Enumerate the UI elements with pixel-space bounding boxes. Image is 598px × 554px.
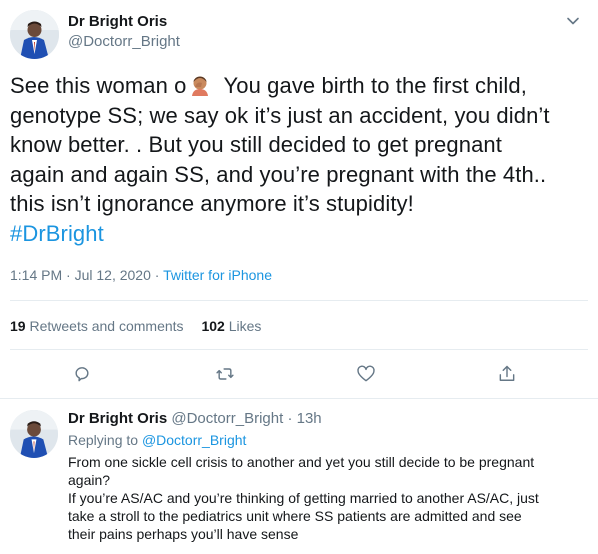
tweet-stats: 19 Retweets and comments 102 Likes [10, 318, 275, 334]
author-name[interactable]: Dr Bright Oris [68, 13, 167, 30]
timestamp[interactable]: 1:14 PM · Jul 12, 2020 · [10, 267, 163, 283]
author-handle[interactable]: @Doctorr_Bright [68, 33, 180, 50]
retweets-stat[interactable]: 19 Retweets and comments [10, 318, 184, 334]
tweet-meta: 1:14 PM · Jul 12, 2020 · Twitter for iPh… [10, 267, 272, 283]
replying-to: Replying to @Doctorr_Bright [68, 432, 247, 448]
reply-text-line: From one sickle cell crisis to another a… [68, 454, 535, 470]
tweet-text-line-1: See this woman o You gave birth to the f… [10, 73, 527, 98]
reply-author-handle[interactable]: @Doctorr_Bright · 13h [171, 410, 321, 427]
tweet-text-line-2: genotype SS; we say ok it’s just an acci… [10, 102, 550, 128]
retweet-icon[interactable] [215, 364, 237, 386]
reply-text-line: take a stroll to the pediatrics unit whe… [68, 508, 522, 524]
likes-stat[interactable]: 102 Likes [201, 318, 261, 334]
heart-icon[interactable] [356, 364, 378, 386]
comment-icon[interactable] [72, 364, 94, 386]
reply-text-line: their pains perhaps you’ll have sense [68, 526, 299, 542]
tweet-text-line-4: again and again SS, and you’re pregnant … [10, 161, 547, 187]
author-avatar[interactable] [10, 10, 59, 59]
reply-tweet[interactable]: Dr Bright Oris @Doctorr_Bright · 13h Rep… [0, 399, 598, 554]
share-icon[interactable] [497, 364, 519, 386]
tweet-text-line-3: know better. . But you still decided to … [10, 132, 502, 157]
reply-header: Dr Bright Oris @Doctorr_Bright · 13h [68, 410, 322, 427]
tweet-text: See this woman o You gave birth to the f… [10, 71, 590, 248]
divider [10, 300, 588, 301]
reply-author-name[interactable]: Dr Bright Oris [68, 410, 167, 427]
reply-text-line: If you’re AS/AC and you’re thinking of g… [68, 490, 539, 506]
tweet-actions [0, 364, 598, 386]
facepalm-emoji-icon [189, 74, 211, 96]
chevron-down-icon[interactable] [566, 14, 580, 28]
source-link[interactable]: Twitter for iPhone [163, 267, 272, 283]
hashtag-link[interactable]: #DrBright [10, 219, 590, 249]
replying-to-mention[interactable]: @Doctorr_Bright [142, 432, 246, 448]
divider [10, 349, 588, 350]
reply-text-line: again? [68, 472, 111, 488]
reply-author-avatar[interactable] [10, 410, 58, 458]
reply-text: From one sickle cell crisis to another a… [68, 453, 593, 543]
tweet-text-line-5: this isn’t ignorance anymore it’s stupid… [10, 191, 414, 216]
